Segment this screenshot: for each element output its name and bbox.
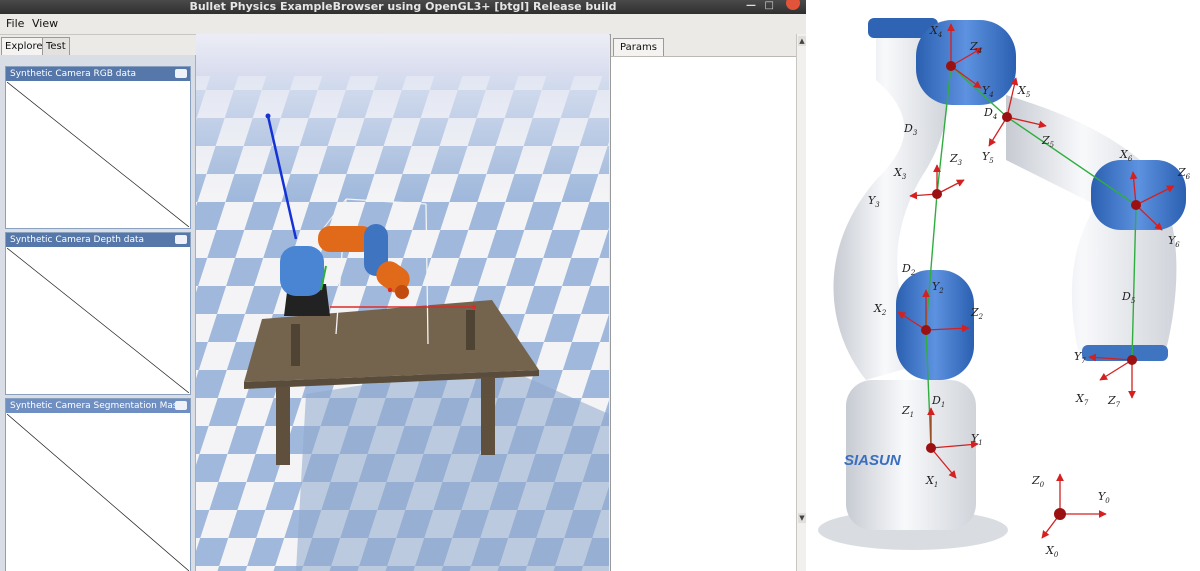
segmentation-camera-image <box>7 414 189 571</box>
title-bar: Bullet Physics ExampleBrowser using Open… <box>0 0 806 14</box>
window-title: Bullet Physics ExampleBrowser using Open… <box>189 0 617 13</box>
table-leg <box>466 310 475 350</box>
frame-7 <box>1088 353 1137 399</box>
table-shadow <box>296 364 609 571</box>
label-y0: Y0 <box>1098 490 1110 505</box>
scroll-down-icon[interactable]: ▼ <box>798 513 806 523</box>
depth-camera-panel: Synthetic Camera Depth data <box>5 232 191 395</box>
minimize-panel-icon[interactable] <box>175 401 187 410</box>
minimize-icon[interactable]: — <box>746 0 756 12</box>
table-leg <box>276 387 290 465</box>
vertical-scrollbar[interactable]: ▲ ▼ <box>796 34 806 571</box>
camera-sidebar: Synthetic Camera RGB data Synthetic Came… <box>0 55 196 571</box>
depth-camera-header[interactable]: Synthetic Camera Depth data <box>6 233 190 247</box>
label-x0: X0 <box>1045 544 1059 559</box>
label-y5: Y5 <box>982 150 994 165</box>
kinematic-diagram: SIASUN X0 Y0 Z0 X1 Y1 Z1 X2 Y2 Z2 X3 Y3 … <box>806 0 1200 571</box>
label-y6: Y6 <box>1168 234 1180 249</box>
minimize-panel-icon[interactable] <box>175 235 187 244</box>
tab-test[interactable]: Test <box>42 37 70 55</box>
frame-0 <box>1041 473 1107 539</box>
label-d4: D4 <box>983 106 997 121</box>
example-browser-window: Bullet Physics ExampleBrowser using Open… <box>0 0 806 571</box>
depth-camera-image <box>7 248 189 393</box>
scroll-up-icon[interactable]: ▲ <box>798 36 806 46</box>
menu-file[interactable]: File <box>6 17 24 30</box>
left-tab-bar: Explorer Test <box>0 35 200 55</box>
label-x6: X6 <box>1119 148 1133 163</box>
robot-flange <box>1082 345 1168 361</box>
menu-view[interactable]: View <box>32 17 58 30</box>
robot-link <box>280 246 324 296</box>
label-z0: Z0 <box>1031 474 1045 489</box>
robot-frame-diagram: SIASUN X0 Y0 Z0 X1 Y1 Z1 X2 Y2 Z2 X3 Y3 … <box>818 18 1191 559</box>
rgb-camera-image <box>7 82 189 227</box>
label-x5: X5 <box>1017 84 1031 99</box>
params-panel: Params <box>610 34 797 571</box>
label-z2: Z2 <box>970 306 984 321</box>
rgb-camera-panel: Synthetic Camera RGB data <box>5 66 191 229</box>
brand-logo: SIASUN <box>844 452 902 469</box>
maximize-icon[interactable]: □ <box>765 0 774 12</box>
label-z6: Z6 <box>1177 166 1191 181</box>
label-x7: X7 <box>1075 392 1089 407</box>
segmentation-camera-panel: Synthetic Camera Segmentation Mask <box>5 398 191 571</box>
params-tab-bar: Params <box>611 34 797 57</box>
simulation-scene <box>196 34 609 571</box>
simulation-viewport[interactable] <box>196 34 609 571</box>
minimize-panel-icon[interactable] <box>175 69 187 78</box>
table-leg <box>291 324 300 366</box>
close-icon[interactable] <box>786 0 800 10</box>
tab-params[interactable]: Params <box>613 38 664 56</box>
menu-bar: File View <box>0 14 806 35</box>
rgb-camera-title: Synthetic Camera RGB data <box>10 69 137 79</box>
depth-camera-title: Synthetic Camera Depth data <box>10 235 145 245</box>
label-d2: D2 <box>901 262 916 277</box>
label-z7: Z7 <box>1107 394 1121 409</box>
label-z3: Z3 <box>949 152 963 167</box>
rgb-camera-header[interactable]: Synthetic Camera RGB data <box>6 67 190 81</box>
table-leg <box>481 377 495 455</box>
robot-forearm-joint <box>1091 160 1186 230</box>
segmentation-camera-title: Synthetic Camera Segmentation Mask <box>10 401 183 411</box>
segmentation-camera-header[interactable]: Synthetic Camera Segmentation Mask <box>6 399 190 413</box>
label-y1: Y1 <box>971 432 983 447</box>
